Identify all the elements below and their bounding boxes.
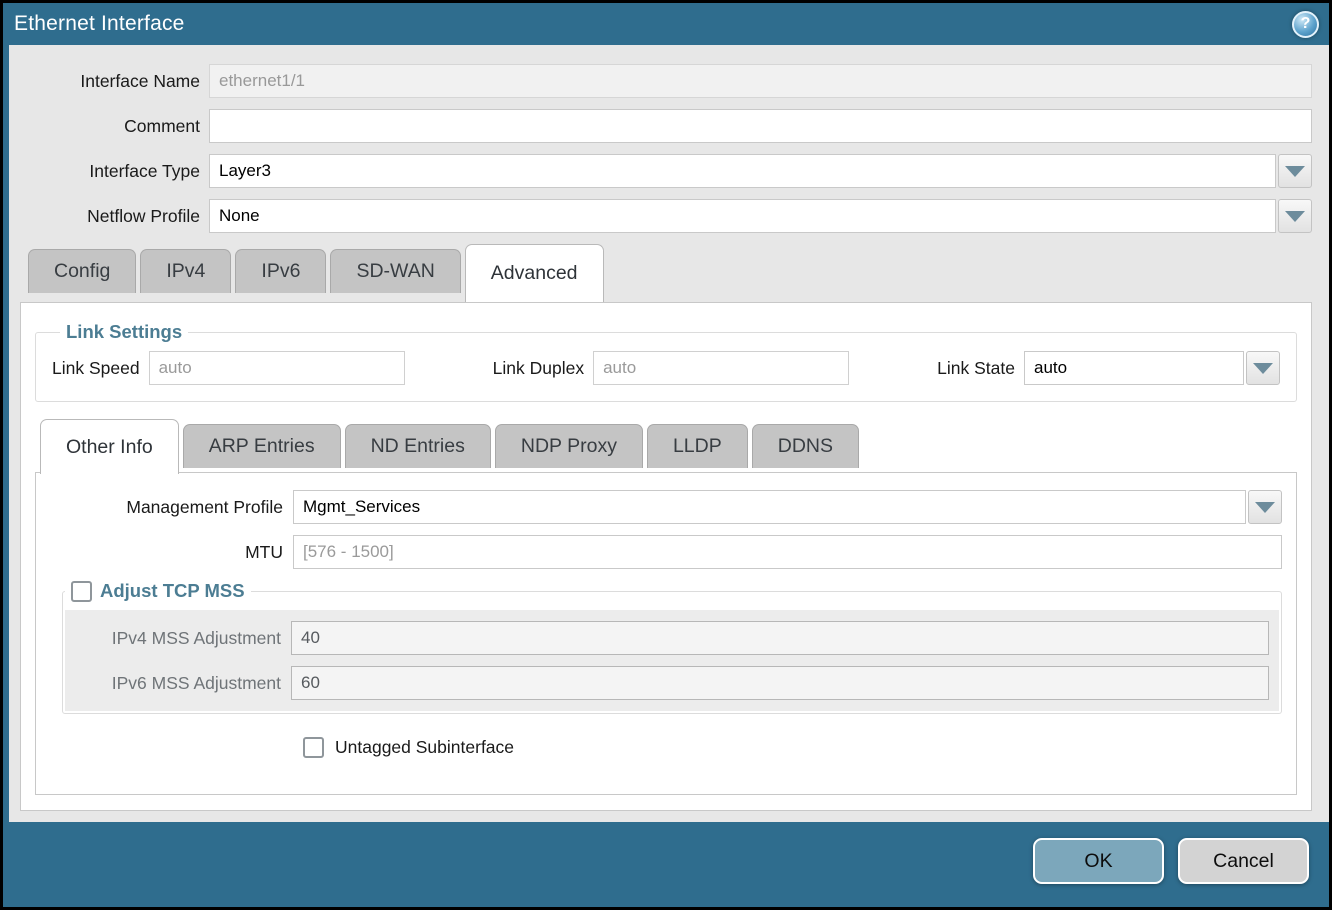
netflow-profile-row: Netflow Profile None (20, 199, 1312, 233)
interface-type-label: Interface Type (20, 161, 209, 182)
mtu-row: MTU (50, 535, 1282, 569)
link-state-value[interactable]: auto (1024, 351, 1244, 385)
link-speed-group: Link Speed (52, 351, 405, 385)
management-profile-row: Management Profile Mgmt_Services (50, 490, 1282, 524)
link-duplex-group: Link Duplex (493, 351, 849, 385)
title-bar: Ethernet Interface ? (3, 3, 1329, 45)
ipv6-mss-label: IPv6 MSS Adjustment (75, 673, 291, 694)
link-state-group: Link State auto (937, 351, 1280, 385)
tab-ipv4[interactable]: IPv4 (140, 249, 231, 293)
advanced-sub-tab-strip: Other Info ARP Entries ND Entries NDP Pr… (35, 419, 1297, 473)
interface-type-row: Interface Type Layer3 (20, 154, 1312, 188)
interface-type-dropdown-button[interactable] (1278, 154, 1312, 188)
ipv6-mss-row: IPv6 MSS Adjustment (75, 666, 1269, 700)
ipv4-mss-input (291, 621, 1269, 655)
adjust-tcp-mss-checkbox[interactable] (71, 581, 92, 602)
chevron-down-icon (1285, 211, 1305, 222)
netflow-profile-value[interactable]: None (209, 199, 1276, 233)
tab-sdwan[interactable]: SD-WAN (330, 249, 460, 293)
dialog-title: Ethernet Interface (14, 12, 185, 36)
untagged-subinterface-label: Untagged Subinterface (335, 737, 514, 758)
ok-button[interactable]: OK (1033, 838, 1164, 884)
untagged-subinterface-row: Untagged Subinterface (303, 737, 1282, 758)
management-profile-value[interactable]: Mgmt_Services (293, 490, 1246, 524)
netflow-profile-dropdown-button[interactable] (1278, 199, 1312, 233)
chevron-down-icon (1253, 363, 1273, 374)
link-settings-legend: Link Settings (60, 321, 188, 343)
adjust-tcp-mss-fieldset: Adjust TCP MSS IPv4 MSS Adjustment IPv6 … (62, 580, 1282, 714)
link-state-label: Link State (937, 358, 1024, 379)
tab-ipv6[interactable]: IPv6 (235, 249, 326, 293)
interface-name-row: Interface Name (20, 64, 1312, 98)
netflow-profile-label: Netflow Profile (20, 206, 209, 227)
adjust-tcp-mss-legend: Adjust TCP MSS (65, 580, 251, 602)
tab-arp-entries[interactable]: ARP Entries (183, 424, 341, 468)
link-state-dropdown[interactable]: auto (1024, 351, 1280, 385)
chevron-down-icon (1255, 502, 1275, 513)
untagged-subinterface-checkbox[interactable] (303, 737, 324, 758)
interface-name-label: Interface Name (20, 71, 209, 92)
management-profile-label: Management Profile (50, 497, 293, 518)
comment-row: Comment (20, 109, 1312, 143)
tab-ddns[interactable]: DDNS (752, 424, 859, 468)
link-speed-label: Link Speed (52, 358, 149, 379)
interface-name-input (209, 64, 1312, 98)
comment-input[interactable] (209, 109, 1312, 143)
other-info-panel: Management Profile Mgmt_Services MTU (35, 472, 1297, 795)
management-profile-dropdown[interactable]: Mgmt_Services (293, 490, 1282, 524)
ipv4-mss-row: IPv4 MSS Adjustment (75, 621, 1269, 655)
ipv6-mss-input (291, 666, 1269, 700)
tab-nd-entries[interactable]: ND Entries (345, 424, 491, 468)
cancel-button[interactable]: Cancel (1178, 838, 1309, 884)
footer-bar: OK Cancel (3, 822, 1329, 907)
tab-config[interactable]: Config (28, 249, 136, 293)
help-icon[interactable]: ? (1292, 11, 1319, 38)
ipv4-mss-label: IPv4 MSS Adjustment (75, 628, 291, 649)
link-settings-fieldset: Link Settings Link Speed Link Duplex Lin… (35, 321, 1297, 402)
adjust-tcp-mss-label: Adjust TCP MSS (100, 580, 245, 602)
tab-advanced[interactable]: Advanced (465, 244, 604, 302)
tab-lldp[interactable]: LLDP (647, 424, 748, 468)
mss-disabled-panel: IPv4 MSS Adjustment IPv6 MSS Adjustment (65, 610, 1279, 711)
advanced-tab-panel: Link Settings Link Speed Link Duplex Lin… (20, 302, 1312, 811)
comment-label: Comment (20, 116, 209, 137)
interface-type-value[interactable]: Layer3 (209, 154, 1276, 188)
tab-ndp-proxy[interactable]: NDP Proxy (495, 424, 643, 468)
chevron-down-icon (1285, 166, 1305, 177)
link-duplex-label: Link Duplex (493, 358, 593, 379)
link-duplex-input[interactable] (593, 351, 849, 385)
interface-type-dropdown[interactable]: Layer3 (209, 154, 1312, 188)
dialog-body: Interface Name Comment Interface Type La… (9, 45, 1329, 822)
ethernet-interface-dialog: Ethernet Interface ? Interface Name Comm… (3, 3, 1329, 907)
link-state-dropdown-button[interactable] (1246, 351, 1280, 385)
link-speed-input[interactable] (149, 351, 405, 385)
mtu-input[interactable] (293, 535, 1282, 569)
mtu-label: MTU (50, 542, 293, 563)
netflow-profile-dropdown[interactable]: None (209, 199, 1312, 233)
main-tab-strip: Config IPv4 IPv6 SD-WAN Advanced (20, 244, 1312, 298)
management-profile-dropdown-button[interactable] (1248, 490, 1282, 524)
tab-other-info[interactable]: Other Info (40, 419, 179, 474)
